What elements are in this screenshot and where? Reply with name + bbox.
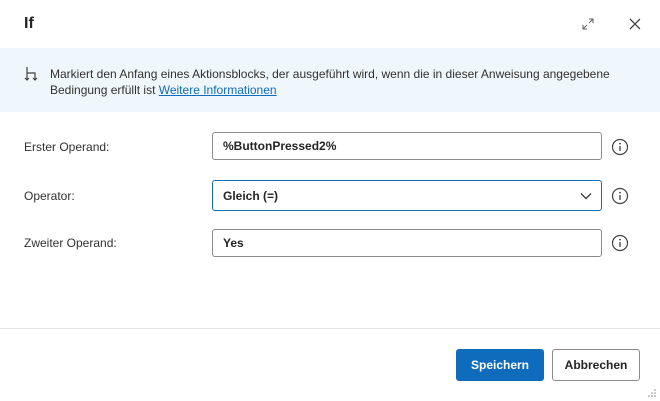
second-operand-input[interactable]: Yes: [212, 229, 602, 257]
more-info-link[interactable]: Weitere Informationen: [159, 83, 277, 97]
operator-value: Gleich (=): [223, 188, 279, 203]
footer-divider: [0, 328, 660, 329]
chevron-down-icon: [580, 193, 592, 200]
first-operand-label: Erster Operand:: [24, 140, 110, 154]
close-icon: [629, 18, 641, 30]
info-description: Markiert den Anfang eines Aktionsblocks,…: [50, 66, 640, 98]
first-operand-value: %ButtonPressed2%: [223, 139, 337, 153]
close-button[interactable]: [623, 12, 647, 36]
second-operand-value: Yes: [223, 236, 244, 250]
resize-grip-icon[interactable]: [647, 388, 657, 398]
info-banner: Markiert den Anfang eines Aktionsblocks,…: [0, 48, 660, 112]
expand-icon: [582, 18, 594, 30]
second-operand-label: Zweiter Operand:: [24, 236, 117, 250]
info-circle-icon[interactable]: [611, 234, 629, 252]
operator-label: Operator:: [24, 189, 75, 203]
first-operand-input[interactable]: %ButtonPressed2%: [212, 132, 602, 160]
operator-dropdown[interactable]: Gleich (=): [212, 180, 602, 211]
flow-branch-icon: [24, 67, 38, 81]
save-button[interactable]: Speichern: [456, 349, 544, 381]
cancel-button[interactable]: Abbrechen: [552, 349, 640, 381]
expand-button[interactable]: [576, 12, 600, 36]
info-circle-icon[interactable]: [611, 138, 629, 156]
dialog-title: If: [24, 15, 34, 32]
info-circle-icon[interactable]: [611, 187, 629, 205]
info-text: Markiert den Anfang eines Aktionsblocks,…: [50, 67, 610, 97]
